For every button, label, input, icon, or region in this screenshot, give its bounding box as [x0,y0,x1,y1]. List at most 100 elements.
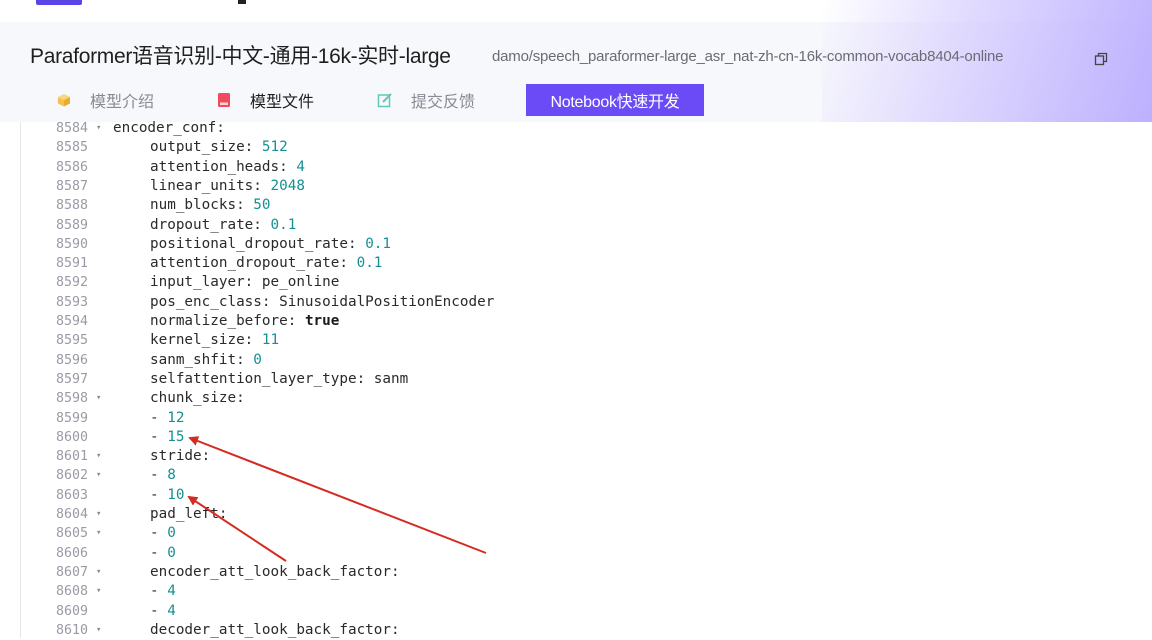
yaml-value: 4 [167,583,176,600]
yaml-value: 10 [167,486,185,503]
yaml-key: linear_units: [150,177,271,194]
code-text: - 4 [150,582,176,601]
code-text: - 0 [150,524,176,543]
yaml-value: 2048 [270,177,305,194]
tab-model-files[interactable]: 模型文件 [216,84,314,116]
yaml-key: attention_heads: [150,158,297,175]
yaml-key: pad_left: [150,506,228,522]
yaml-key: - [150,486,168,503]
fold-toggle-icon[interactable]: ▾ [96,582,101,601]
yaml-key: - [150,525,168,542]
yaml-key: - [150,602,168,619]
yaml-value: 4 [167,602,176,619]
code-text: encoder_att_look_back_factor: [150,563,400,582]
tab-label: 模型介绍 [90,94,155,111]
yaml-key: input_layer: pe_online [150,274,340,291]
yaml-key: encoder_conf: [113,120,225,136]
yaml-key: - [150,544,168,561]
line-number: 8605 [56,526,89,542]
line-number: 8607 [56,564,89,580]
line-number: 8585 [56,140,89,156]
yaml-value: 11 [261,332,280,349]
fold-toggle-icon[interactable]: ▾ [96,563,101,582]
yaml-key: pos_enc_class: SinusoidalPositionEncoder [150,293,495,310]
fold-toggle-icon[interactable]: ▾ [96,505,101,524]
code-text: attention_heads: 4 [150,158,305,177]
line-number: 8606 [56,545,89,561]
yaml-value: 0.1 [356,255,383,272]
copy-icon[interactable] [1094,52,1108,66]
code-text: selfattention_layer_type: sanm [150,370,408,389]
line-number: 8594 [56,314,89,329]
yaml-value: 8 [167,467,176,484]
line-number: 8608 [56,584,89,600]
yaml-key: dropout_rate: [150,216,271,233]
line-number: 8584 [56,121,89,136]
code-text: dropout_rate: 0.1 [150,216,296,235]
code-text: kernel_size: 11 [150,331,279,350]
logo-fragment [238,0,246,4]
line-number: 8595 [56,333,89,349]
yaml-key: kernel_size: [150,332,262,349]
tab-label: 提交反馈 [411,94,476,111]
yaml-key: sanm_shfit: [150,351,254,368]
fold-toggle-icon[interactable]: ▾ [96,466,101,485]
yaml-value: 15 [167,428,185,445]
fold-toggle-icon[interactable]: ▾ [96,119,101,138]
yaml-value: 0.1 [270,216,297,233]
yaml-value: 0 [167,525,176,542]
yaml-key: num_blocks: [150,197,254,214]
code-text: pad_left: [150,505,227,524]
edit-icon [377,93,392,108]
yaml-key: attention_dropout_rate: [150,255,357,272]
line-number: 8601 [56,449,89,465]
yaml-value: 0 [253,351,262,368]
yaml-key: - [150,467,168,484]
line-number: 8591 [56,256,89,272]
yaml-value: 512 [261,139,288,156]
line-number: 8600 [56,429,89,445]
model-tabs: 模型介绍 模型文件 提交反馈 Notebook快速开发 [0,84,1152,118]
tab-model-intro[interactable]: 模型介绍 [56,84,154,116]
code-text: output_size: 512 [150,138,288,157]
line-number: 8593 [56,294,89,310]
yaml-value: 4 [296,158,305,175]
code-text: linear_units: 2048 [150,177,305,196]
line-number: 8598 [56,391,89,407]
code-text: decoder_att_look_back_factor: [150,621,400,640]
yaml-key: selfattention_layer_type: sanm [150,370,409,387]
code-text: chunk_size: [150,389,245,408]
fold-toggle-icon[interactable]: ▾ [96,621,101,640]
yaml-value: 50 [253,197,271,214]
line-number: 8609 [56,603,89,619]
notebook-quick-dev-button[interactable]: Notebook快速开发 [526,84,704,116]
fold-toggle-icon[interactable]: ▾ [96,524,101,543]
line-number: 8602 [56,468,89,484]
gutter-divider [20,122,21,638]
cube-icon [58,94,70,107]
top-nav-bar [0,0,1152,23]
line-number: 8597 [56,371,89,387]
yaml-key: - [150,409,168,426]
yaml-value: 12 [167,409,185,426]
code-text: normalize_before: true [150,312,339,331]
fold-toggle-icon[interactable]: ▾ [96,389,101,408]
tab-feedback[interactable]: 提交反馈 [377,84,475,116]
yaml-value: true [304,313,340,329]
line-number: 8587 [56,178,89,194]
yaml-key: normalize_before: [150,313,305,329]
book-icon [218,93,230,107]
line-number: 8596 [56,352,89,368]
yaml-key: chunk_size: [150,390,245,407]
line-number: 8586 [56,159,89,175]
code-text: pos_enc_class: SinusoidalPositionEncoder [150,293,494,312]
yaml-key: - [150,583,168,600]
site-logo[interactable] [36,0,82,5]
fold-toggle-icon[interactable]: ▾ [96,447,101,466]
code-text: positional_dropout_rate: 0.1 [150,235,391,254]
yaml-value: 0.1 [365,235,392,252]
yaml-key: positional_dropout_rate: [150,235,366,252]
code-text: input_layer: pe_online [150,273,339,292]
yaml-key: - [150,428,168,445]
yaml-key: encoder_att_look_back_factor: [150,563,400,580]
